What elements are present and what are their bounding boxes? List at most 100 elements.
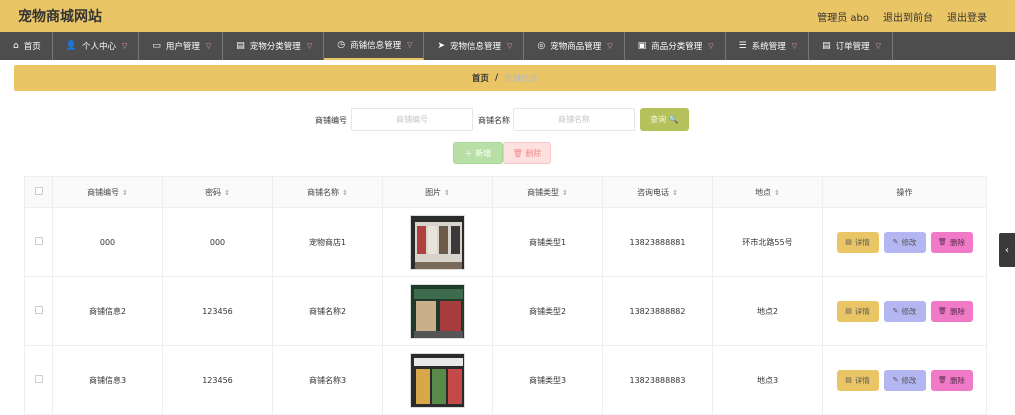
cell-password: 123456 — [162, 276, 273, 346]
chevron-left-icon: ‹ — [1005, 244, 1009, 256]
sort-icon: ⇕ — [774, 188, 780, 197]
nav-item-system[interactable]: ☰ 系统管理 ▽ — [726, 32, 810, 60]
nav-item-profile[interactable]: 👤 个人中心 ▽ — [53, 32, 140, 60]
edit-icon: ✎ — [892, 307, 899, 315]
trash-icon: 🗑 — [938, 376, 947, 384]
batch-delete-button[interactable]: 🗑 删除 — [503, 142, 551, 164]
cell-shop-no: 商铺信息2 — [52, 276, 163, 346]
chevron-down-icon: ▽ — [306, 42, 313, 50]
cell-phone: 13823888883 — [602, 345, 713, 415]
detail-button[interactable]: ▤ 详情 — [836, 300, 879, 322]
select-all-cell — [24, 176, 53, 208]
breadcrumb-separator: / — [494, 73, 499, 83]
col-header-ops: 操作 — [822, 176, 987, 208]
doc-icon: ▤ — [822, 41, 831, 51]
detail-icon: ▤ — [845, 238, 852, 246]
cell-shop-type: 商铺类型3 — [492, 345, 603, 415]
chevron-down-icon: ▽ — [205, 42, 212, 50]
box-icon: ▣ — [637, 41, 647, 51]
cell-password: 123456 — [162, 345, 273, 415]
shop-no-input[interactable] — [351, 108, 473, 131]
cell-shop-name: 宠物商店1 — [272, 207, 383, 277]
edit-icon: ✎ — [892, 238, 899, 246]
nav-item-pet-category[interactable]: ▤ 宠物分类管理 ▽ — [223, 32, 325, 60]
cell-shop-name: 商铺名称3 — [272, 345, 383, 415]
col-header[interactable]: 密码 ⇕ — [162, 176, 273, 208]
chevron-down-icon: ▽ — [791, 42, 798, 50]
detail-button[interactable]: ▤ 详情 — [836, 369, 879, 391]
delete-button[interactable]: 🗑 删除 — [930, 231, 973, 253]
delete-button[interactable]: 🗑 删除 — [930, 300, 973, 322]
sort-icon: ⇕ — [672, 188, 678, 197]
col-header[interactable]: 商铺编号 ⇕ — [52, 176, 163, 208]
send-icon: ➤ — [437, 41, 446, 51]
col-header[interactable]: 地点 ⇕ — [712, 176, 823, 208]
top-bar: 宠物商城网站 管理员 abo 退出到前台 退出登录 — [0, 0, 1015, 32]
nav-item-pet-goods[interactable]: ◎ 宠物商品管理 ▽ — [524, 32, 625, 60]
sort-icon: ⇕ — [444, 188, 450, 197]
shop-image[interactable] — [410, 352, 465, 408]
edit-button[interactable]: ✎ 修改 — [883, 369, 926, 391]
detail-icon: ▤ — [845, 307, 852, 315]
cell-shop-type: 商铺类型2 — [492, 276, 603, 346]
chevron-down-icon: ▽ — [121, 42, 128, 50]
row-checkbox[interactable] — [34, 237, 43, 245]
nav-item-shop-info[interactable]: ◷ 商铺信息管理 ▽ — [324, 32, 425, 60]
col-header[interactable]: 咨询电话 ⇕ — [602, 176, 713, 208]
shop-name-label: 商铺名称 — [478, 116, 510, 125]
trash-icon: 🗑 — [938, 238, 947, 246]
detail-icon: ▤ — [845, 376, 852, 384]
detail-button[interactable]: ▤ 详情 — [836, 231, 879, 253]
breadcrumb-home[interactable]: 首页 — [472, 72, 489, 84]
edit-icon: ✎ — [892, 376, 899, 384]
col-header[interactable]: 商铺类型 ⇕ — [492, 176, 603, 208]
nav-item-label: 宠物商品管理 — [550, 42, 602, 52]
shop-no-label: 商铺编号 — [315, 116, 347, 125]
table-row: 商铺信息3 123456 商铺名称3 商铺类型3 13823888883 地点3… — [24, 345, 987, 415]
nav-item-home[interactable]: ⌂ 首页 — [0, 32, 53, 60]
table-header-row: 商铺编号 ⇕ 密码 ⇕ 商铺名称 ⇕ 图片 ⇕ 商铺类型 ⇕ 咨询电话 ⇕ 地点 ⇕ 操作 — [24, 176, 987, 208]
edit-button[interactable]: ✎ 修改 — [883, 300, 926, 322]
nav-item-label: 商品分类管理 — [651, 42, 703, 52]
chevron-down-icon: ▽ — [875, 42, 882, 50]
cell-shop-name: 商铺名称2 — [272, 276, 383, 346]
shop-image[interactable] — [410, 214, 465, 270]
edit-button[interactable]: ✎ 修改 — [883, 231, 926, 253]
search-form: 商铺编号 商铺名称 查询 🔍 — [0, 108, 1015, 132]
shop-image[interactable] — [410, 283, 465, 339]
nav-item-label: 个人中心 — [81, 42, 116, 52]
add-button[interactable]: ＋ 新增 — [453, 142, 503, 164]
globe-icon: ◎ — [537, 41, 546, 51]
cell-place: 地点3 — [712, 345, 823, 415]
col-header[interactable]: 图片 ⇕ — [382, 176, 493, 208]
sort-icon: ⇕ — [562, 188, 568, 197]
side-collapse-tab[interactable]: ‹ — [999, 233, 1015, 267]
chevron-down-icon: ▽ — [607, 42, 613, 50]
nav-item-pet-info[interactable]: ➤ 宠物信息管理 ▽ — [424, 32, 525, 60]
row-checkbox[interactable] — [34, 375, 43, 383]
cell-phone: 13823888882 — [602, 276, 713, 346]
nav-item-orders[interactable]: ▤ 订单管理 ▽ — [809, 32, 894, 60]
col-header[interactable]: 商铺名称 ⇕ — [272, 176, 383, 208]
search-button[interactable]: 查询 🔍 — [640, 108, 689, 131]
delete-button[interactable]: 🗑 删除 — [930, 369, 973, 391]
cell-phone: 13823888881 — [602, 207, 713, 277]
nav-item-label: 用户管理 — [165, 42, 200, 52]
site-title: 宠物商城网站 — [18, 9, 102, 25]
row-checkbox[interactable] — [34, 306, 43, 314]
shop-name-input[interactable] — [513, 108, 635, 131]
nav-item-label: 订单管理 — [835, 42, 870, 52]
logout-link[interactable]: 退出登录 — [947, 9, 987, 24]
nav-item-goods-category[interactable]: ▣ 商品分类管理 ▽ — [625, 32, 726, 60]
cell-place: 环市北路55号 — [712, 207, 823, 277]
sort-icon: ⇕ — [342, 188, 348, 197]
cell-shop-no: 商铺信息3 — [52, 345, 163, 415]
nav-item-label: 系统管理 — [751, 42, 786, 52]
nav-item-users[interactable]: ▭ 用户管理 ▽ — [139, 32, 224, 60]
exit-to-front-link[interactable]: 退出到前台 — [883, 9, 933, 24]
table-row: 商铺信息2 123456 商铺名称2 商铺类型2 13823888882 地点2… — [24, 276, 987, 346]
select-all-checkbox[interactable] — [34, 187, 43, 195]
folder-icon: ▭ — [152, 41, 161, 51]
sort-icon: ⇕ — [224, 188, 230, 197]
sort-icon: ⇕ — [122, 188, 128, 197]
